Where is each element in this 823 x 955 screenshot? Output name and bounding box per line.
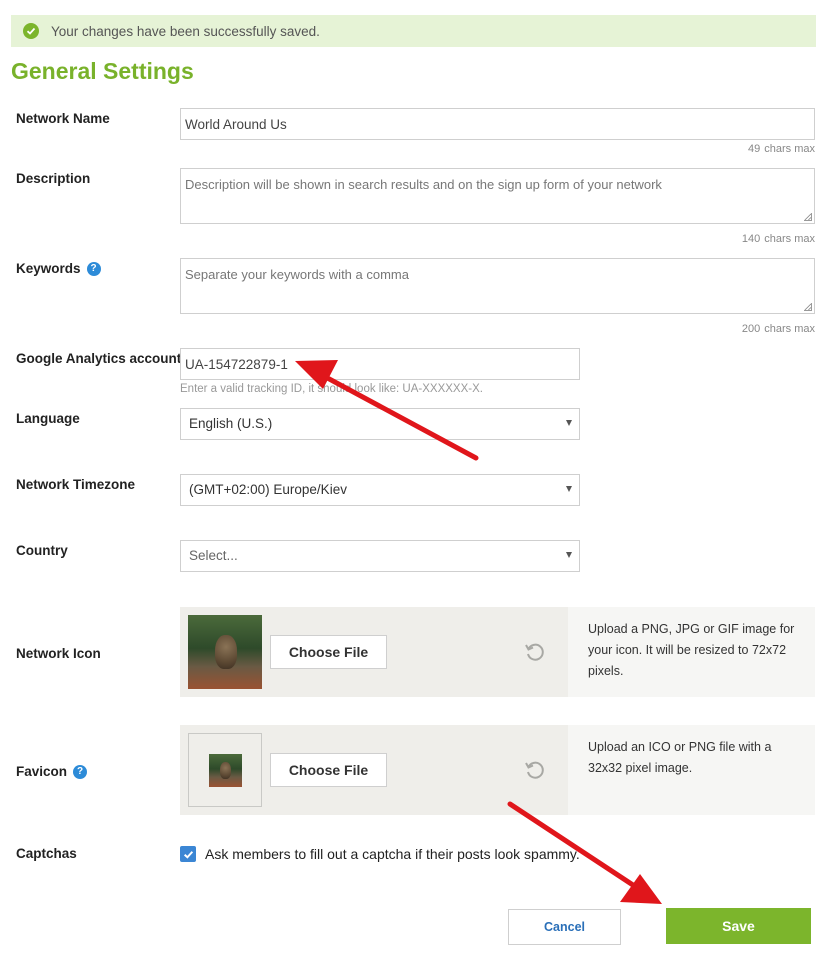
- keywords-char-limit: 200 chars max: [741, 323, 815, 335]
- analytics-input[interactable]: UA-154722879-1: [180, 348, 580, 380]
- reset-icon[interactable]: [523, 758, 547, 782]
- help-icon[interactable]: ?: [73, 764, 88, 779]
- network-icon-info: Upload a PNG, JPG or GIF image for your …: [568, 607, 815, 697]
- description-char-limit: 140 chars max: [741, 233, 815, 245]
- page-title: General Settings: [11, 58, 194, 84]
- network-name-char-limit: 49 chars max: [748, 143, 815, 155]
- cancel-button[interactable]: Cancel: [508, 909, 621, 945]
- analytics-hint: Enter a valid tracking ID, it should loo…: [180, 383, 483, 395]
- captcha-checkbox[interactable]: [180, 846, 196, 862]
- dropdown-arrow-icon: [566, 552, 572, 558]
- network-icon-choose-file-button[interactable]: Choose File: [270, 635, 387, 669]
- favicon-info: Upload an ICO or PNG file with a 32x32 p…: [568, 725, 815, 815]
- country-select[interactable]: Select...: [180, 540, 580, 572]
- resize-handle-icon[interactable]: [804, 303, 812, 311]
- network-icon-upload: Choose File Upload a PNG, JPG or GIF ima…: [180, 607, 815, 697]
- favicon-preview: [188, 733, 262, 807]
- reset-icon[interactable]: [523, 640, 547, 664]
- country-label: Country: [16, 543, 68, 558]
- timezone-label: Network Timezone: [16, 477, 136, 492]
- favicon-choose-file-button[interactable]: Choose File: [270, 753, 387, 787]
- description-label: Description: [16, 171, 91, 186]
- network-name-label: Network Name: [16, 111, 110, 126]
- resize-handle-icon[interactable]: [804, 213, 812, 221]
- network-icon-preview: [188, 615, 262, 689]
- language-label: Language: [16, 411, 80, 426]
- dropdown-arrow-icon: [566, 486, 572, 492]
- success-notice: Your changes have been successfully save…: [11, 15, 816, 47]
- captchas-label: Captchas: [16, 846, 77, 861]
- timezone-select[interactable]: (GMT+02:00) Europe/Kiev: [180, 474, 580, 506]
- captcha-option-text[interactable]: Ask members to fill out a captcha if the…: [205, 846, 580, 862]
- help-icon[interactable]: ?: [86, 261, 101, 276]
- keywords-textarea[interactable]: Separate your keywords with a comma: [180, 258, 815, 314]
- check-circle-icon: [23, 23, 39, 39]
- language-select[interactable]: English (U.S.): [180, 408, 580, 440]
- success-message: Your changes have been successfully save…: [51, 23, 320, 39]
- network-icon-label: Network Icon: [16, 646, 101, 661]
- network-name-input[interactable]: World Around Us: [180, 108, 815, 140]
- favicon-upload: Choose File Upload an ICO or PNG file wi…: [180, 725, 815, 815]
- favicon-label: Favicon?: [16, 764, 88, 779]
- dropdown-arrow-icon: [566, 420, 572, 426]
- description-textarea[interactable]: Description will be shown in search resu…: [180, 168, 815, 224]
- analytics-label: Google Analytics account: [16, 351, 182, 366]
- keywords-label: Keywords?: [16, 261, 101, 276]
- save-button[interactable]: Save: [666, 908, 811, 944]
- checkmark-icon: [183, 850, 193, 859]
